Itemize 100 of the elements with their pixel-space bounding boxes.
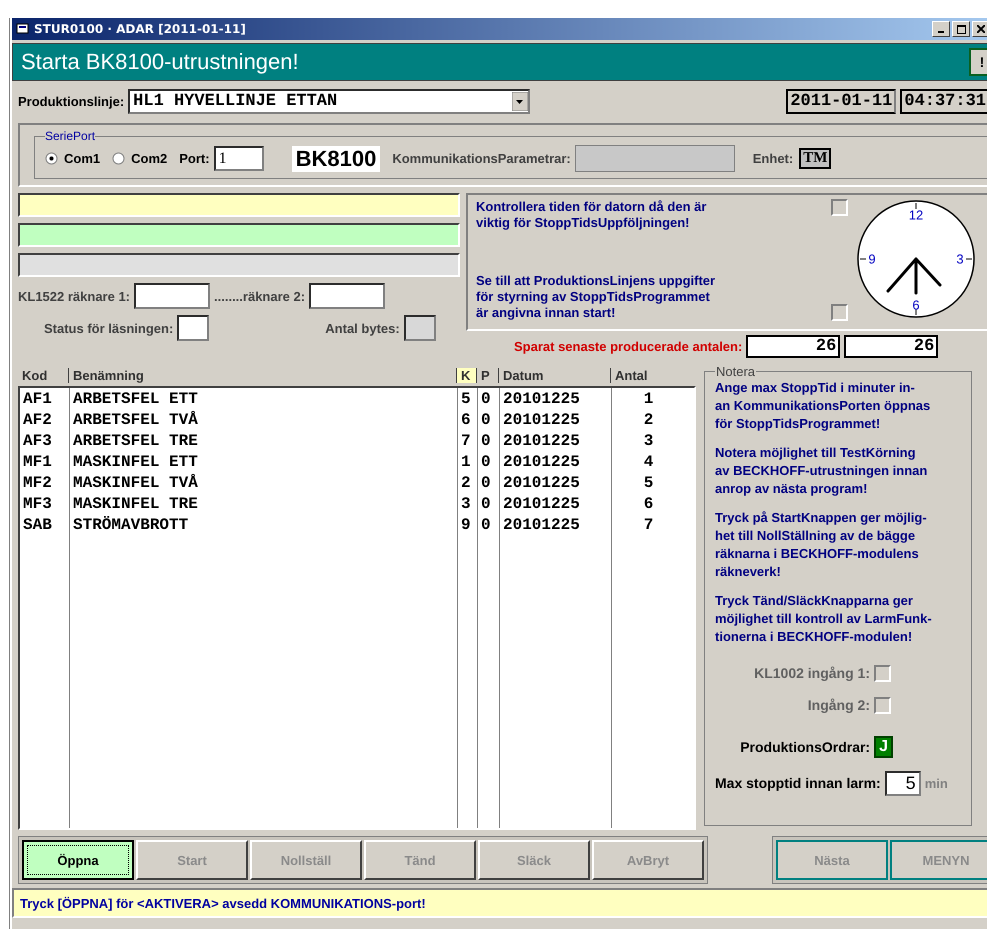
table-cell: 5 — [461, 390, 471, 408]
close-button[interactable] — [972, 21, 987, 37]
checkbox[interactable] — [831, 304, 848, 321]
orders-indicator: J — [874, 736, 893, 758]
table-cell: 0 — [481, 452, 491, 470]
close-icon — [977, 25, 985, 33]
table-cell: MASKINFEL ETT — [73, 452, 198, 470]
column-header[interactable]: Antal — [610, 368, 680, 382]
table-cell: MF2 — [23, 474, 52, 492]
saved-count-field: 26 — [746, 335, 840, 358]
clock-face: 12 3 6 9 — [856, 199, 976, 319]
table-cell: 20101225 — [503, 390, 580, 408]
table-cell: 20101225 — [503, 452, 580, 470]
bytes-field — [404, 315, 436, 341]
bytes-label: Antal bytes: — [325, 320, 400, 336]
note-paragraph: Ange max StoppTid i minuter in- an KommunikationsPorten öppnas för StoppTidsProgrammet! — [715, 379, 932, 433]
table-cell: 0 — [481, 410, 491, 428]
port-label: Port: — [179, 151, 210, 166]
maximize-icon — [956, 24, 966, 34]
table-cell: 20101225 — [503, 474, 580, 492]
table-cell: 20101225 — [503, 410, 580, 428]
checkbox[interactable] — [831, 199, 848, 216]
status-label: Status för läsningen: — [44, 320, 174, 336]
app-icon — [16, 23, 30, 35]
production-line-label: Produktionslinje: — [18, 94, 124, 108]
column-header[interactable]: P — [476, 368, 498, 382]
parameters-field[interactable] — [574, 145, 735, 172]
table-cell: MF3 — [23, 494, 52, 512]
orders-label: ProduktionsOrdrar: — [740, 739, 870, 755]
maximize-button[interactable] — [952, 21, 970, 37]
column-header[interactable]: K — [456, 368, 476, 382]
production-line-dropdown[interactable]: HL1 HYVELLINJE ETTAN — [128, 88, 530, 114]
table-cell: 0 — [481, 494, 491, 512]
radio-option[interactable]: Com1 — [45, 151, 100, 166]
table-cell: 0 — [481, 390, 491, 408]
group-legend: SeriePort — [45, 129, 96, 143]
table-cell: 20101225 — [503, 494, 580, 512]
parameters-label: KommunikationsParametrar: — [392, 151, 571, 166]
table-cell: 0 — [481, 432, 491, 450]
minimize-button[interactable] — [932, 21, 950, 37]
note-paragraph: Tryck Tänd/SläckKnapparna ger möjlighet till kontroll av LarmFunk- tionerna i BECKHOFF-modulen! — [715, 592, 933, 646]
table-cell: 2 — [461, 474, 471, 492]
table-cell: ARBETSFEL TVÅ — [73, 410, 198, 428]
table-cell: MASKINFEL TVÅ — [73, 474, 198, 492]
table-cell: 0 — [481, 474, 491, 492]
table-cell: 9 — [461, 516, 471, 534]
table-cell: 4 — [644, 452, 654, 470]
table-cell: 1 — [461, 452, 471, 470]
table-cell: AF1 — [23, 390, 52, 408]
saved-count-label: Sparat senaste producerade antalen: — [514, 339, 742, 354]
note-paragraph: Tryck på StartKnappen ger möjlig- het till NollStällning av de bägge räknarna i BECKHOFF-modulens räkneverk! — [715, 509, 928, 581]
table-cell: 7 — [461, 432, 471, 450]
column-header[interactable]: Datum — [498, 368, 610, 382]
counter-field[interactable] — [134, 283, 210, 309]
date-display: 2011-01-11 — [786, 88, 896, 114]
unit-value: TM — [799, 148, 832, 169]
dropdown-icon — [512, 92, 528, 110]
table-cell: 5 — [644, 474, 654, 492]
counter-label: KL1522 räknare 1: — [18, 288, 130, 304]
alert-button[interactable]: ! — [969, 48, 987, 76]
table-cell: SAB — [23, 516, 52, 534]
table-cell: 3 — [461, 494, 471, 512]
max-stop-label: Max stopptid innan larm: — [715, 775, 881, 791]
radio-option[interactable]: Com2 — [112, 151, 168, 166]
table-cell: 3 — [644, 432, 654, 450]
time-display: 04:37:31 — [900, 88, 987, 114]
table-cell: 1 — [644, 390, 654, 408]
table-cell: 2 — [644, 410, 654, 428]
table-cell: 7 — [644, 516, 654, 534]
unit-label: Enhet: — [752, 151, 794, 166]
input-label: Ingång 2: — [808, 697, 870, 713]
table-cell: AF2 — [23, 410, 52, 428]
device-name: BK8100 — [292, 146, 380, 172]
table-cell: MF1 — [23, 452, 52, 470]
column-header[interactable]: Kod — [18, 368, 68, 382]
port-field[interactable]: 1 — [214, 146, 264, 171]
table-cell: 6 — [644, 494, 654, 512]
table-cell: ARBETSFEL TRE — [73, 432, 198, 450]
table-cell: ARBETSFEL ETT — [73, 390, 198, 408]
info-text: Se till att ProduktionsLinjens uppgifter för styrning av StoppTidsProgrammet är angivna innan start! — [476, 273, 716, 321]
action-button[interactable]: Öppna — [22, 840, 134, 880]
table-cell: MASKINFEL TRE — [73, 494, 198, 512]
max-stop-field[interactable]: 5 — [884, 770, 921, 796]
window-title: STUR0100 · ADAR [2011-01-11] — [34, 22, 246, 36]
group-legend: Notera — [715, 364, 756, 379]
table-cell: STRÖMAVBROTT — [73, 516, 188, 534]
unit-label: min — [924, 776, 948, 790]
saved-count-field: 26 — [844, 335, 938, 358]
note-paragraph: Notera möjlighet till TestKörning av BECKHOFF-utrustningen innan anrop av nästa program! — [715, 444, 928, 498]
status-text: Tryck [ÖPPNA] för <AKTIVERA> avsedd KOMMUNIKATIONS-port! — [20, 896, 426, 910]
info-text: Kontrollera tiden för datorn då den är viktig för StoppTidsUppföljningen! — [476, 199, 706, 231]
table-cell: 20101225 — [503, 432, 580, 450]
counter-field[interactable] — [309, 283, 386, 309]
counter-label: ........räknare 2: — [214, 288, 306, 304]
status-field — [177, 315, 210, 341]
table-cell: 0 — [481, 516, 491, 534]
table-cell: 6 — [461, 410, 471, 428]
input-label: KL1002 ingång 1: — [754, 665, 870, 681]
table-cell: AF3 — [23, 432, 52, 450]
table-cell: 20101225 — [503, 516, 580, 534]
